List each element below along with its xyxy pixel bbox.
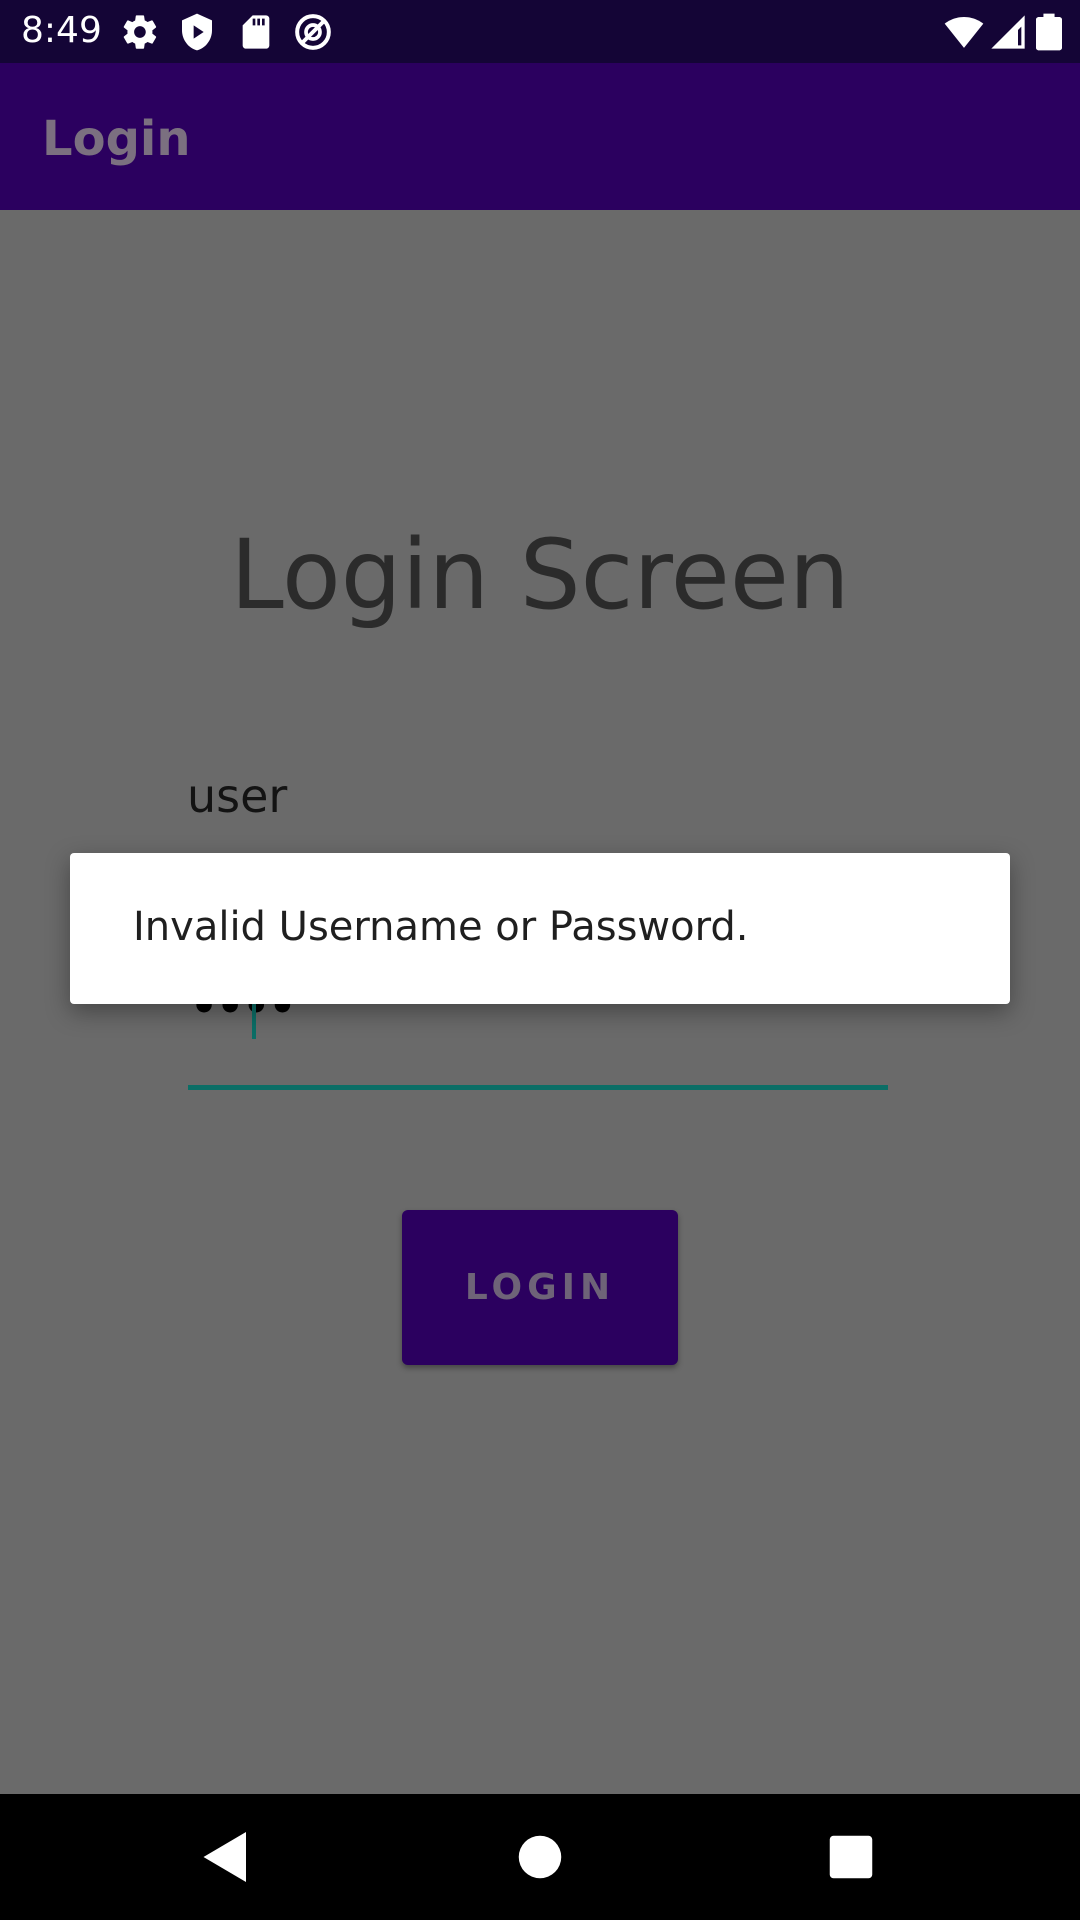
page-title: Login Screen (230, 519, 850, 631)
app-bar: Login (0, 63, 1080, 210)
back-icon[interactable] (196, 1827, 256, 1887)
status-time: 8:49 (21, 10, 102, 51)
home-icon[interactable] (510, 1827, 570, 1887)
error-dialog[interactable]: Invalid Username or Password. (70, 853, 1010, 1004)
battery-icon (1036, 12, 1062, 52)
wifi-icon (942, 12, 986, 52)
screen: 8:49 Login Login Screen user •••• LOGIN … (0, 0, 1080, 1920)
status-bar: 8:49 (0, 0, 1080, 63)
username-input[interactable]: user (187, 766, 887, 826)
app-bar-title: Login (42, 111, 191, 167)
play-protect-icon (177, 12, 217, 52)
password-underline (188, 1085, 888, 1090)
navigation-bar (0, 1794, 1080, 1920)
sd-card-icon (236, 12, 276, 52)
settings-icon (120, 12, 160, 52)
signal-icon (988, 12, 1028, 52)
login-button[interactable]: LOGIN (402, 1210, 678, 1365)
do-not-disturb-icon (293, 12, 333, 52)
recents-icon[interactable] (821, 1827, 881, 1887)
dialog-message: Invalid Username or Password. (133, 904, 749, 950)
